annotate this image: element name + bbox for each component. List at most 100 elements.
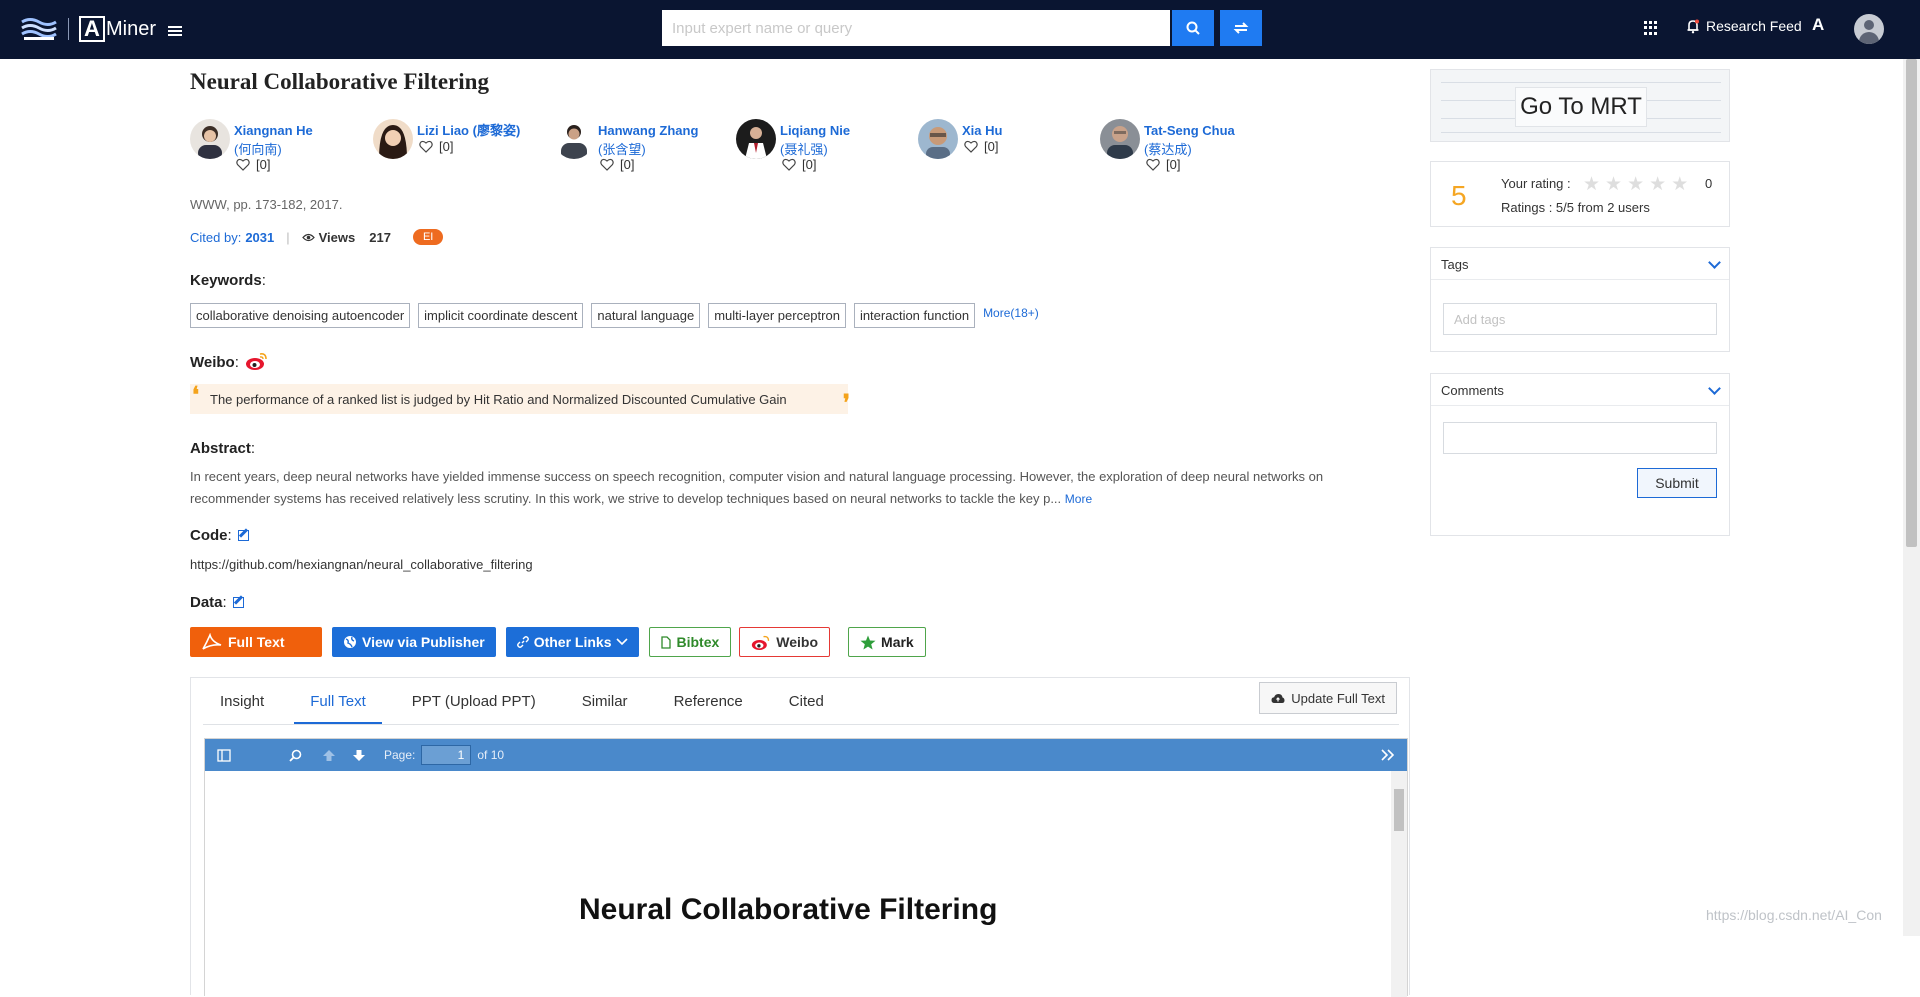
author-name[interactable]: Hanwang Zhang xyxy=(598,121,698,140)
star-icon[interactable]: ★ xyxy=(1583,175,1600,194)
pdf-scrollbar[interactable] xyxy=(1391,771,1407,997)
chevron-down-icon xyxy=(616,638,629,646)
keywords-more-link[interactable]: More(18+) xyxy=(983,306,1039,320)
tab-insight[interactable]: Insight xyxy=(204,688,280,724)
author-photo[interactable] xyxy=(736,119,776,159)
heart-icon xyxy=(964,140,978,153)
paper-venue: WWW, pp. 173-182, 2017. xyxy=(190,197,343,212)
abstract-heading: Abstract: xyxy=(190,440,256,457)
tags-header[interactable]: Tags xyxy=(1431,248,1729,280)
author-name[interactable]: Liqiang Nie xyxy=(780,121,850,140)
tags-card: Tags xyxy=(1430,247,1730,352)
author-like[interactable]: [0] xyxy=(236,157,270,172)
weibo-share-button[interactable]: Weibo xyxy=(739,627,831,657)
author-like[interactable]: [0] xyxy=(964,139,998,154)
keyword-tag[interactable]: implicit coordinate descent xyxy=(418,303,584,328)
keyword-tag[interactable]: collaborative denoising autoencoder xyxy=(190,303,411,328)
research-feed-link[interactable]: Research Feed xyxy=(1686,18,1802,34)
author-like[interactable]: [0] xyxy=(1146,157,1180,172)
sidebar-toggle-icon[interactable] xyxy=(217,748,231,762)
tab-similar[interactable]: Similar xyxy=(566,688,644,724)
tab-reference[interactable]: Reference xyxy=(658,688,759,724)
next-page-icon[interactable] xyxy=(352,749,366,762)
switch-search-button[interactable] xyxy=(1220,10,1262,46)
star-icon[interactable]: ★ xyxy=(1627,175,1644,194)
author-photo[interactable] xyxy=(918,119,958,159)
author-name[interactable]: Tat-Seng Chua xyxy=(1144,121,1235,140)
comment-input[interactable] xyxy=(1443,422,1717,454)
search-icon[interactable] xyxy=(289,749,302,762)
author-like[interactable]: [0] xyxy=(419,139,453,154)
page-number-input[interactable] xyxy=(421,745,472,765)
pdf-scroll-thumb[interactable] xyxy=(1394,789,1404,831)
language-switch-icon[interactable]: A xyxy=(1812,15,1824,35)
edit-data-icon[interactable] xyxy=(232,597,244,608)
author-card[interactable]: Tat-Seng Chua (蔡达成) [0] xyxy=(1100,119,1270,183)
tab-full-text[interactable]: Full Text xyxy=(294,688,382,724)
star-icon[interactable]: ★ xyxy=(1605,175,1622,194)
chevron-down-icon[interactable] xyxy=(1708,382,1721,395)
mark-button[interactable]: Mark xyxy=(848,627,926,657)
update-full-text-button[interactable]: Update Full Text xyxy=(1259,682,1397,714)
code-url[interactable]: https://github.com/hexiangnan/neural_col… xyxy=(190,557,533,572)
heart-icon xyxy=(419,140,433,153)
eye-icon xyxy=(301,233,315,241)
double-chevron-right-icon[interactable] xyxy=(1381,749,1395,761)
author-card[interactable]: Xiangnan He (何向南) [0] xyxy=(190,119,360,183)
heart-icon xyxy=(600,158,614,171)
keyword-tag[interactable]: natural language xyxy=(591,303,701,328)
edit-code-icon[interactable] xyxy=(237,530,249,541)
other-links-dropdown[interactable]: Other Links xyxy=(505,627,640,657)
author-card[interactable]: Hanwang Zhang (张含望) [0] xyxy=(554,119,724,183)
full-text-button[interactable]: Full Text xyxy=(190,627,322,657)
previous-page-icon[interactable] xyxy=(322,749,336,762)
submit-comment-button[interactable]: Submit xyxy=(1637,468,1717,498)
tabs-divider xyxy=(203,724,1399,725)
menu-icon[interactable] xyxy=(168,26,182,36)
author-name[interactable]: Lizi Liao (廖黎姿) xyxy=(417,121,520,140)
author-like[interactable]: [0] xyxy=(600,157,634,172)
tab-cited[interactable]: Cited xyxy=(773,688,840,724)
view-publisher-button[interactable]: View via Publisher xyxy=(332,627,496,657)
tags-input[interactable] xyxy=(1443,303,1717,335)
research-feed-label: Research Feed xyxy=(1706,18,1802,34)
apps-grid-icon[interactable] xyxy=(1644,21,1658,35)
rating-card: 5 Your rating : ★ ★ ★ ★ ★ 0 Ratings : 5/… xyxy=(1430,161,1730,227)
author-photo[interactable] xyxy=(554,119,594,159)
star-icon[interactable]: ★ xyxy=(1671,175,1688,194)
cited-by-count[interactable]: 2031 xyxy=(245,230,274,245)
weibo-quote: ❛ The performance of a ranked list is ju… xyxy=(190,382,850,416)
author-like[interactable]: [0] xyxy=(782,157,816,172)
star-icon[interactable]: ★ xyxy=(1649,175,1666,194)
keyword-tag[interactable]: interaction function xyxy=(853,303,976,328)
comments-header[interactable]: Comments xyxy=(1431,374,1729,406)
page-scrollbar[interactable] xyxy=(1903,59,1920,936)
pdf-toolbar: Page: of 10 xyxy=(205,739,1407,771)
page-scroll-thumb[interactable] xyxy=(1906,59,1917,547)
chevron-down-icon[interactable] xyxy=(1708,256,1721,269)
keyword-tag[interactable]: multi-layer perceptron xyxy=(708,303,846,328)
search-input[interactable] xyxy=(662,10,1170,46)
cited-by-label[interactable]: Cited by: xyxy=(190,230,241,245)
author-card[interactable]: Xia Hu [0] xyxy=(918,119,1088,183)
code-heading: Code: xyxy=(190,527,249,544)
pdf-icon xyxy=(202,633,222,650)
user-avatar[interactable] xyxy=(1854,14,1884,44)
bibtex-button[interactable]: Bibtex xyxy=(649,627,732,657)
author-photo[interactable] xyxy=(190,119,230,159)
pdf-page: Neural Collaborative Filtering xyxy=(205,771,1393,997)
author-name[interactable]: Xia Hu xyxy=(962,121,1002,140)
search-button[interactable] xyxy=(1172,10,1214,46)
tab-ppt[interactable]: PPT (Upload PPT) xyxy=(396,688,552,724)
abstract-more-link[interactable]: More xyxy=(1065,492,1092,506)
author-card[interactable]: Lizi Liao (廖黎姿) [0] xyxy=(373,119,543,183)
brand-logos[interactable]: A Miner xyxy=(20,14,156,44)
author-photo[interactable] xyxy=(1100,119,1140,159)
go-to-mrt-button[interactable]: Go To MRT xyxy=(1515,87,1647,127)
author-photo[interactable] xyxy=(373,119,413,159)
pdf-viewer: Page: of 10 Neural Collaborative Filteri… xyxy=(204,738,1408,997)
weibo-icon[interactable] xyxy=(245,351,269,371)
author-card[interactable]: Liqiang Nie (聂礼强) [0] xyxy=(736,119,906,183)
author-name[interactable]: Xiangnan He xyxy=(234,121,313,140)
action-buttons: Full Text View via Publisher Other Links… xyxy=(190,627,926,657)
